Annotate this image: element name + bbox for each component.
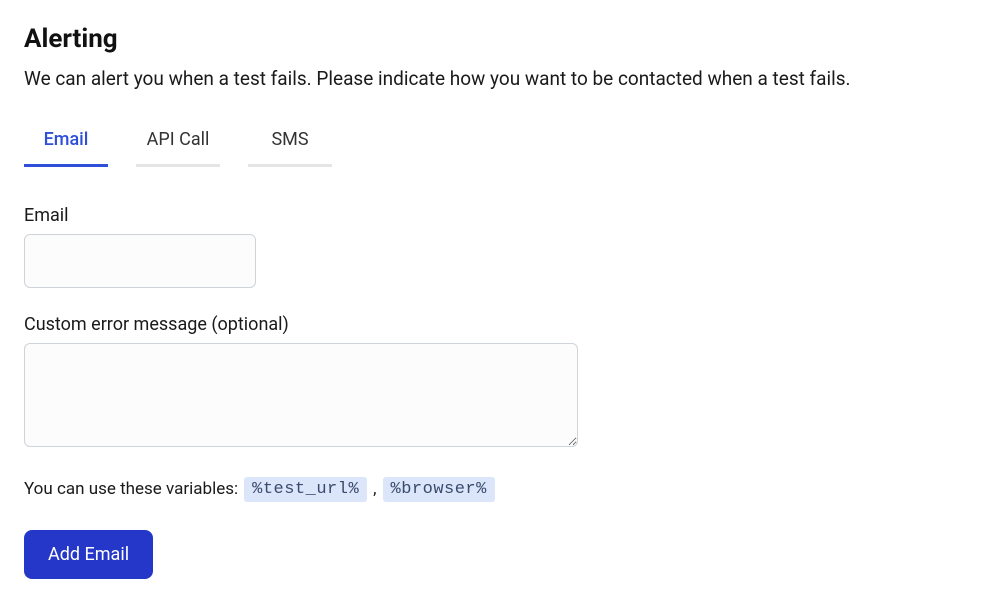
variables-hint: You can use these variables: %test_url% … bbox=[24, 477, 976, 502]
email-field-group: Email bbox=[24, 205, 976, 288]
variable-chip-test-url: %test_url% bbox=[244, 477, 367, 502]
tab-sms[interactable]: SMS bbox=[248, 123, 332, 167]
variables-hint-text: You can use these variables: bbox=[24, 479, 238, 499]
tab-api-call[interactable]: API Call bbox=[136, 123, 220, 167]
custom-message-label: Custom error message (optional) bbox=[24, 314, 976, 335]
add-email-button[interactable]: Add Email bbox=[24, 530, 153, 579]
email-input[interactable] bbox=[24, 234, 256, 288]
variable-separator: , bbox=[373, 479, 376, 499]
custom-message-group: Custom error message (optional) bbox=[24, 314, 976, 451]
variable-chip-browser: %browser% bbox=[383, 477, 495, 502]
email-label: Email bbox=[24, 205, 976, 226]
tab-email[interactable]: Email bbox=[24, 123, 108, 167]
page-description: We can alert you when a test fails. Plea… bbox=[24, 66, 976, 93]
tabs-container: Email API Call SMS bbox=[24, 123, 976, 167]
page-title: Alerting bbox=[24, 24, 976, 54]
custom-message-textarea[interactable] bbox=[24, 343, 578, 447]
